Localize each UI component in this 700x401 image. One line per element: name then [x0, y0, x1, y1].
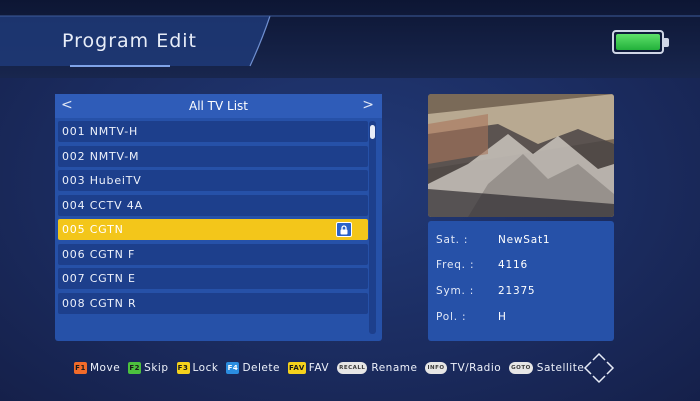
channel-label: 003 HubeiTV [62, 174, 142, 187]
channel-label: 002 NMTV-M [62, 149, 140, 163]
f3-key-icon: F3 [176, 362, 190, 374]
hint-rename-label: Rename [371, 362, 418, 374]
channel-row[interactable]: 004 CCTV 4A [58, 194, 368, 216]
sym-row: Sym. : 21375 [436, 285, 535, 299]
navigation-arrows-icon [583, 352, 615, 384]
lock-icon [336, 222, 352, 237]
pol-row: Pol. : H [436, 311, 507, 325]
channel-row-selected[interactable]: 005 CGTN [58, 219, 368, 240]
channel-list-scrollbar[interactable] [369, 121, 376, 334]
channel-label: 005 CGTN [62, 223, 124, 236]
goto-key-icon: GOTO [509, 362, 533, 374]
hint-move-label: Move [90, 362, 121, 374]
satellite-info-panel: Sat. : NewSat1 Freq. : 4116 Sym. : 21375… [428, 221, 614, 341]
pol-value: H [498, 311, 507, 323]
channel-row[interactable]: 001 NMTV-H [58, 121, 368, 142]
preview-image [428, 94, 614, 217]
sym-value: 21375 [498, 285, 536, 297]
channel-preview [428, 94, 614, 217]
top-bar: Program Edit [0, 0, 700, 78]
hint-satellite[interactable]: GOTO Satellite [509, 362, 584, 374]
battery-nub [664, 38, 669, 47]
screen: Program Edit < All TV List > 001 NMTV-H … [0, 0, 700, 401]
channel-list-title: All TV List [188, 99, 249, 113]
hint-lock-label: Lock [192, 362, 219, 374]
hint-tvradio-label: TV/Radio [450, 362, 502, 374]
list-next-arrow[interactable]: > [362, 97, 374, 113]
lock-glyph [340, 224, 348, 234]
freq-label: Freq. : [436, 259, 475, 271]
hint-skip[interactable]: F2 Skip [128, 362, 168, 374]
channel-list-header: < All TV List > [55, 94, 382, 118]
hint-satellite-label: Satellite [536, 362, 585, 374]
recall-key-icon: RECALL [337, 362, 368, 374]
page-title: Program Edit [62, 30, 197, 52]
sym-label: Sym. : [436, 285, 475, 297]
sat-label: Sat. : [436, 234, 469, 246]
channel-row[interactable]: 002 NMTV-M [58, 145, 368, 167]
f4-key-icon: F4 [226, 362, 240, 374]
battery-icon [612, 30, 669, 54]
channel-label: 001 NMTV-H [62, 125, 139, 138]
scrollbar-thumb[interactable] [370, 125, 375, 139]
hint-fav[interactable]: FAV FAV [287, 362, 330, 374]
hint-rename[interactable]: RECALL Rename [337, 362, 417, 374]
sat-value: NewSat1 [498, 234, 551, 246]
fav-key-icon: FAV [287, 362, 306, 374]
info-key-icon: INFO [425, 362, 447, 374]
pol-label: Pol. : [436, 311, 467, 323]
list-prev-arrow[interactable]: < [61, 97, 73, 113]
channel-row[interactable]: 006 CGTN F [58, 243, 368, 265]
freq-row: Freq. : 4116 [436, 259, 528, 273]
channel-row[interactable]: 003 HubeiTV [58, 170, 368, 191]
footer-hints: F1 Move F2 Skip F3 Lock F4 Delete FAV FA… [74, 360, 592, 376]
channel-label: 007 CGTN E [62, 272, 136, 285]
channel-row[interactable]: 007 CGTN E [58, 268, 368, 289]
hint-lock[interactable]: F3 Lock [176, 362, 219, 374]
hint-move[interactable]: F1 Move [74, 362, 120, 374]
hint-delete[interactable]: F4 Delete [226, 362, 280, 374]
hint-skip-label: Skip [144, 362, 169, 374]
sat-row: Sat. : NewSat1 [436, 234, 550, 248]
f1-key-icon: F1 [74, 362, 87, 374]
hint-delete-label: Delete [242, 362, 280, 374]
channel-list-panel: < All TV List > 001 NMTV-H 002 NMTV-M 00… [55, 94, 382, 341]
battery-level [616, 34, 660, 50]
channel-label: 008 CGTN R [62, 296, 137, 310]
channel-row[interactable]: 008 CGTN R [58, 292, 368, 314]
hint-tvradio[interactable]: INFO TV/Radio [425, 362, 501, 374]
f2-key-icon: F2 [128, 362, 142, 374]
channel-label: 006 CGTN F [62, 247, 136, 261]
channel-rows: 001 NMTV-H 002 NMTV-M 003 HubeiTV 004 CC… [58, 121, 368, 317]
freq-value: 4116 [498, 259, 528, 271]
hint-fav-label: FAV [308, 362, 330, 374]
channel-label: 004 CCTV 4A [62, 198, 143, 212]
